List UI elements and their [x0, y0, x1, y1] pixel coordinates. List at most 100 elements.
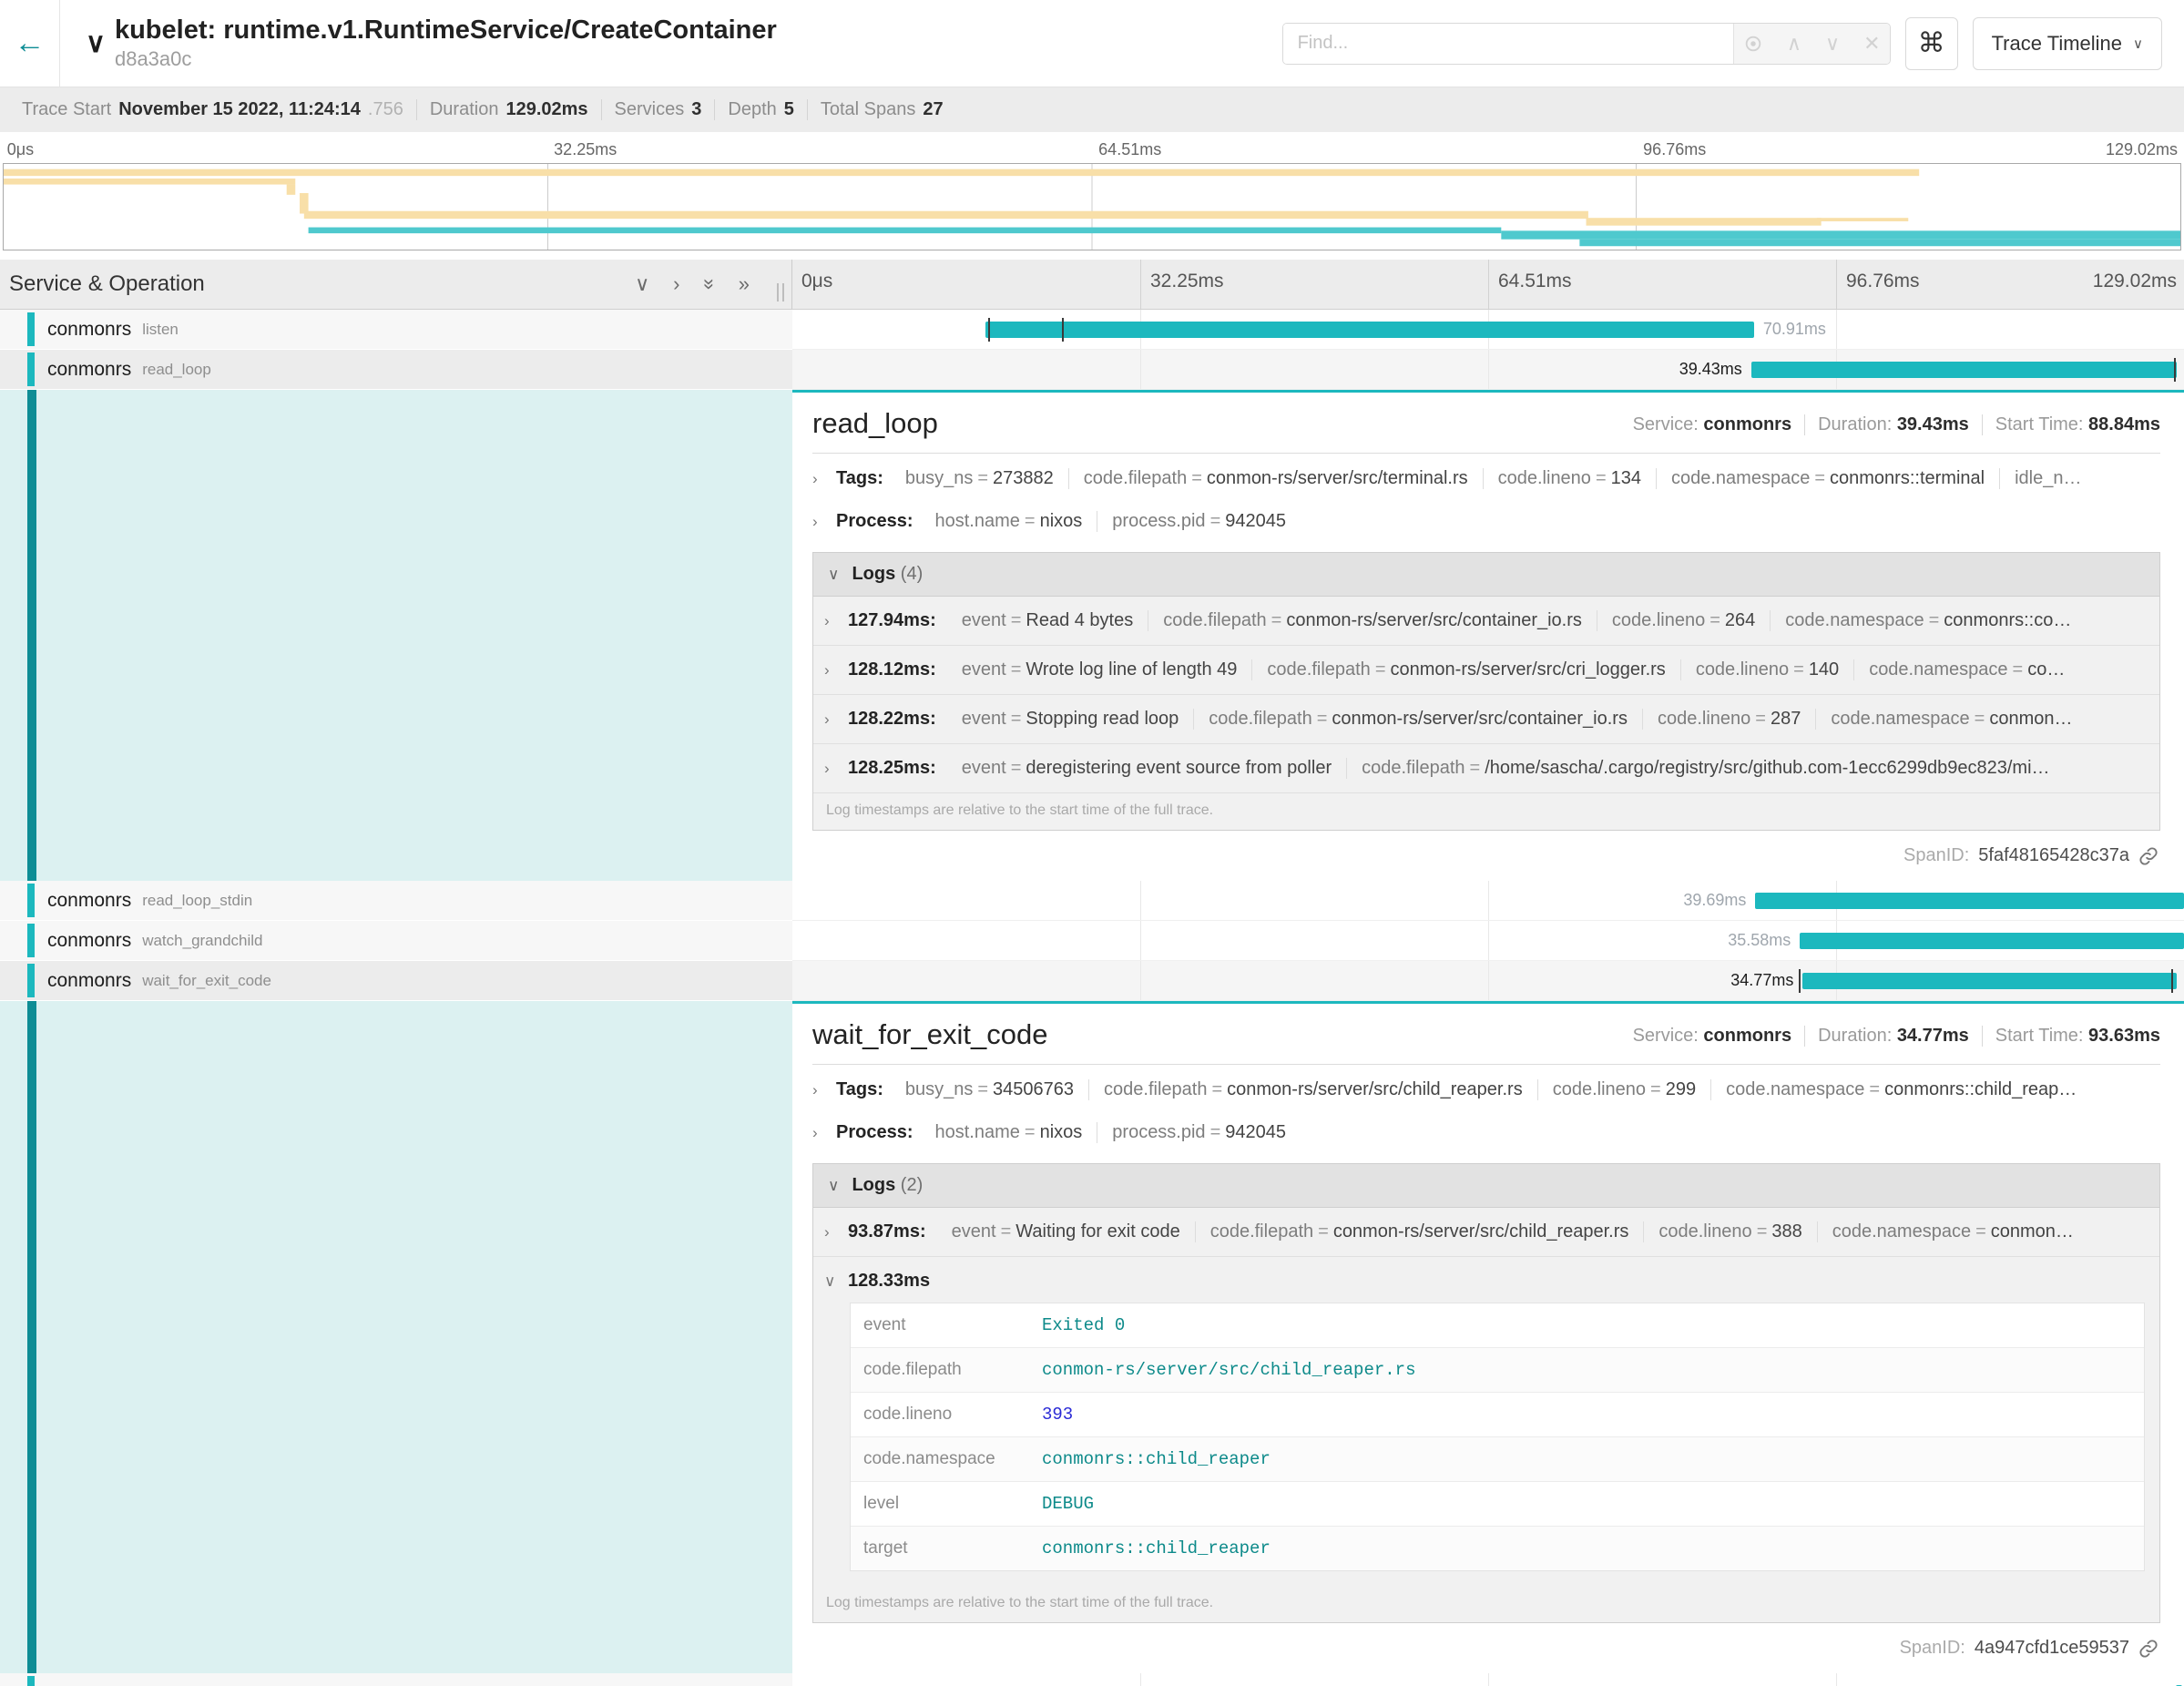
process-item: host.name=nixos	[921, 511, 1098, 532]
equals-sign: =	[1207, 1079, 1227, 1099]
equals-sign: =	[973, 1079, 993, 1099]
field-key: code.filepath	[1163, 610, 1266, 630]
tag-value: nixos	[1040, 1122, 1083, 1142]
span-duration-bar[interactable]	[1802, 973, 2177, 989]
summary-label: Trace Start	[22, 99, 111, 120]
field-key: code.filepath	[1210, 1221, 1313, 1242]
tags-item: code.namespace=conmonrs::child_reap…	[1711, 1079, 2091, 1100]
span-detail-block: wait_for_exit_codeService: conmonrsDurat…	[0, 1001, 2184, 1673]
tag-key: host.name	[935, 1122, 1020, 1142]
tag-key: code.lineno	[1553, 1079, 1646, 1099]
span-row-write_exit_path[interactable]: conmonrswrite_exit_path303μs	[0, 1673, 2184, 1686]
expand-all-icon[interactable]: »	[739, 274, 750, 294]
target-icon[interactable]	[1743, 34, 1763, 54]
log-entry-row[interactable]: ›128.25ms:event=deregistering event sour…	[813, 744, 2159, 793]
span-detail-indent	[0, 1001, 792, 1673]
log-entry-row[interactable]: ›127.94ms:event=Read 4 bytescode.filepat…	[813, 597, 2159, 646]
tags-label: Tags:	[836, 1079, 883, 1100]
span-row-wait_for_exit_code[interactable]: conmonrswait_for_exit_code34.77ms	[0, 961, 2184, 1001]
log-entry-row[interactable]: ›93.87ms:event=Waiting for exit codecode…	[813, 1208, 2159, 1257]
page-title: kubelet: runtime.v1.RuntimeService/Creat…	[115, 15, 777, 46]
minimap-tick-label: 32.25ms	[554, 140, 617, 159]
tags-row[interactable]: ›Tags:busy_ns=34506763code.filepath=conm…	[812, 1068, 2160, 1111]
span-row-listen[interactable]: conmonrslisten70.91ms	[0, 310, 2184, 350]
tags-item: idle_n…	[2000, 468, 2096, 489]
timeline-gridline	[1836, 310, 1837, 349]
collapse-one-icon[interactable]: ∨	[635, 274, 649, 294]
tags-row[interactable]: ›Tags:busy_ns=273882code.filepath=conmon…	[812, 457, 2160, 500]
equals-sign: =	[1705, 610, 1725, 630]
span-row-watch_grandchild[interactable]: conmonrswatch_grandchild35.58ms	[0, 921, 2184, 961]
summary-label: Services	[615, 99, 685, 120]
ruler-tick: 32.25ms	[1140, 260, 1488, 309]
span-color-bar	[27, 924, 35, 957]
collapse-trace-toggle[interactable]: ∨	[60, 0, 115, 87]
minimap-tick-label: 96.76ms	[1643, 140, 1706, 159]
span-duration-bar[interactable]	[1800, 933, 2184, 949]
collapse-all-icon[interactable]: »	[699, 279, 719, 290]
child-span-tick	[2174, 358, 2176, 382]
log-fields: event=deregistering event source from po…	[947, 758, 2065, 779]
logs-header[interactable]: ∨Logs (2)	[813, 1164, 2159, 1208]
log-field: event=deregistering event source from po…	[947, 758, 1347, 779]
view-selector-button[interactable]: Trace Timeline ∨	[1973, 17, 2162, 70]
field-key: event	[952, 1221, 996, 1242]
process-row[interactable]: ›Process:host.name=nixosprocess.pid=9420…	[812, 500, 2160, 543]
log-entry-row[interactable]: ›128.22ms:event=Stopping read loopcode.f…	[813, 695, 2159, 744]
timeline-gridline	[1836, 1673, 1837, 1686]
span-row-read_loop_stdin[interactable]: conmonrsread_loop_stdin39.69ms	[0, 881, 2184, 921]
span-row-timeline: 303μs	[792, 1673, 2184, 1686]
field-value: conmonrs::co…	[1944, 610, 2071, 630]
tags-item: code.filepath=conmon-rs/server/src/termi…	[1069, 468, 1484, 489]
back-button[interactable]: ←	[0, 0, 60, 87]
span-row-read_loop[interactable]: conmonrsread_loop39.43ms	[0, 350, 2184, 390]
log-field: event=Read 4 bytes	[947, 610, 1148, 631]
log-field: code.lineno=264	[1597, 610, 1771, 631]
timeline-gridline	[1140, 350, 1141, 389]
keyboard-shortcuts-button[interactable]: ⌘	[1905, 17, 1958, 70]
child-span-tick	[2171, 969, 2173, 993]
span-name: wait_for_exit_code	[812, 1018, 1048, 1051]
span-duration-bar[interactable]	[985, 322, 1753, 338]
column-resize-handle[interactable]	[777, 283, 784, 301]
ruler-tick-label: 64.51ms	[1498, 271, 1572, 291]
ruler-tick-label: 0μs	[801, 271, 832, 291]
field-value: 287	[1771, 709, 1801, 729]
close-icon[interactable]: ✕	[1863, 32, 1880, 56]
summary-value: November 15 2022, 11:24:14	[118, 99, 361, 120]
span-duration-bar[interactable]	[1755, 893, 2184, 909]
expand-one-icon[interactable]: ›	[673, 274, 679, 294]
log-fields: event=Wrote log line of length 49code.fi…	[947, 659, 2080, 680]
equals-sign: =	[2008, 659, 2028, 680]
meta-value: conmonrs	[1703, 1026, 1791, 1046]
log-field: code.filepath=conmon-rs/server/src/conta…	[1148, 610, 1597, 631]
span-meta: Service: conmonrsDuration: 39.43msStart …	[1620, 407, 2160, 435]
chevron-right-icon: ›	[824, 1223, 848, 1242]
expand-collapse-controls: ∨ › » »	[635, 274, 784, 294]
link-icon[interactable]	[2138, 1639, 2158, 1659]
span-detail-block: read_loopService: conmonrsDuration: 39.4…	[0, 390, 2184, 881]
tag-value: conmonrs::child_reap…	[1884, 1079, 2077, 1099]
field-value: 388	[1771, 1221, 1801, 1242]
field-key: code.filepath	[1362, 758, 1465, 778]
log-entry-expanded-header[interactable]: ∨128.33ms	[813, 1257, 2159, 1301]
chevron-up-icon[interactable]: ∧	[1787, 32, 1801, 56]
meta-value: 93.63ms	[2088, 1026, 2160, 1046]
minimap-canvas[interactable]	[3, 163, 2181, 250]
tag-key: code.namespace	[1726, 1079, 1864, 1099]
logs-header[interactable]: ∨Logs (4)	[813, 553, 2159, 597]
span-table-header: Service & Operation ∨ › » » 0μs32.25ms64…	[0, 260, 2184, 310]
tags-items: busy_ns=273882code.filepath=conmon-rs/se…	[891, 468, 2097, 489]
link-icon[interactable]	[2138, 846, 2158, 866]
log-entry-row[interactable]: ›128.12ms:event=Wrote log line of length…	[813, 646, 2159, 695]
process-row[interactable]: ›Process:host.name=nixosprocess.pid=9420…	[812, 1111, 2160, 1154]
ruler-tick-label: 96.76ms	[1846, 271, 1920, 291]
log-field: event=Stopping read loop	[947, 709, 1195, 730]
span-duration-label: 39.69ms	[1683, 891, 1746, 910]
find-input[interactable]	[1283, 24, 1733, 64]
chevron-down-icon[interactable]: ∨	[1825, 32, 1840, 56]
ruler-tick-label: 32.25ms	[1150, 271, 1224, 291]
tag-key: process.pid	[1112, 1122, 1205, 1142]
span-duration-bar[interactable]	[1751, 362, 2178, 378]
ruler-tick: 0μs	[792, 260, 1140, 309]
